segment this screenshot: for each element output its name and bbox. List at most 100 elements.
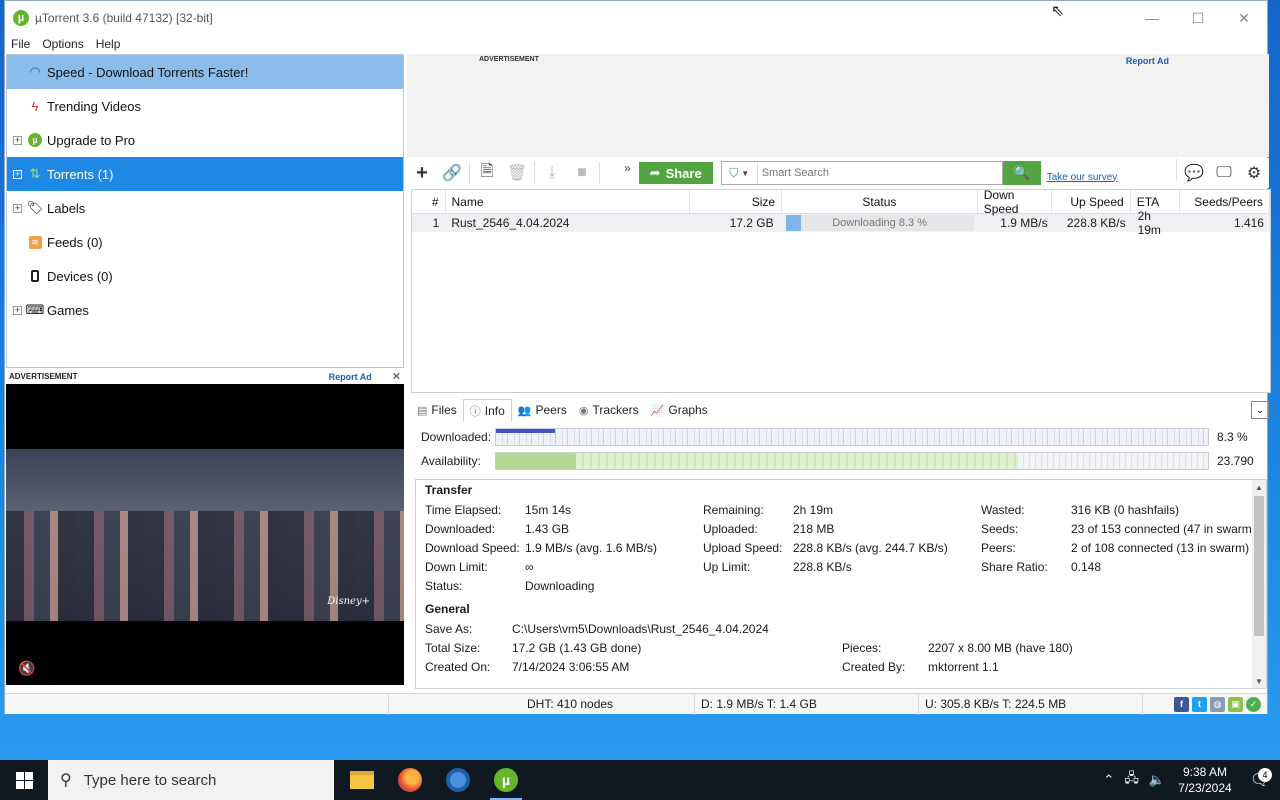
expand-icon[interactable]: +: [13, 203, 22, 213]
speed-icon: ◠: [29, 64, 41, 79]
sidebar-item-games[interactable]: + ⌨ Games: [7, 293, 403, 327]
firefox-icon: [398, 768, 422, 792]
facebook-icon[interactable]: f: [1174, 696, 1189, 712]
search-button[interactable]: 🔍: [1002, 161, 1041, 185]
menu-file[interactable]: File: [11, 37, 30, 51]
scroll-thumb[interactable]: [1254, 496, 1264, 636]
column-header-seeds-peers[interactable]: Seeds/Peers: [1180, 190, 1270, 213]
tab-files[interactable]: ▤ Files: [411, 399, 463, 421]
status-ok-icon[interactable]: ✓: [1246, 696, 1261, 712]
share-button[interactable]: ➦ Share: [638, 162, 713, 184]
create-torrent-button[interactable]: 🗎: [472, 159, 502, 187]
ad-video[interactable]: Disney+: [6, 449, 404, 621]
chromium-button[interactable]: [434, 760, 482, 800]
download-icon: ⤓: [548, 164, 556, 181]
volume-icon[interactable]: 🔈: [1149, 772, 1165, 788]
remove-button[interactable]: 🗑: [502, 159, 532, 187]
sidebar-item-upgrade-pro[interactable]: + µ Upgrade to Pro: [7, 123, 403, 157]
settings-button[interactable]: ⚙: [1239, 159, 1269, 187]
utorrent-icon: µ: [494, 768, 518, 792]
column-header-up-speed[interactable]: Up Speed: [1052, 190, 1131, 213]
remote-button[interactable]: 🖵: [1209, 159, 1239, 187]
minimize-button[interactable]: —: [1129, 1, 1175, 35]
firefox-button[interactable]: [386, 760, 434, 800]
survey-link[interactable]: Take our survey: [1047, 172, 1118, 183]
torrent-seeds-peers: 1.416: [1233, 216, 1264, 230]
column-header-name[interactable]: Name: [446, 190, 690, 213]
tab-peers[interactable]: 👥 Peers: [512, 399, 573, 421]
downloaded-row: Downloaded: 8.3 %: [411, 425, 1271, 449]
info-scrollbar[interactable]: ▲ ▼: [1252, 480, 1266, 688]
search-input[interactable]: [757, 162, 1002, 184]
menu-help[interactable]: Help: [96, 37, 121, 51]
column-header-down-speed[interactable]: Down Speed: [978, 188, 1053, 216]
sidebar-item-feeds[interactable]: ≋ Feeds (0): [7, 225, 403, 259]
report-ad-link[interactable]: Report Ad: [1126, 56, 1169, 66]
mute-icon[interactable]: 🔇: [18, 660, 35, 677]
clock[interactable]: 9:38 AM 7/23/2024: [1170, 764, 1240, 796]
sidebar-item-speed[interactable]: ◠ Speed - Download Torrents Faster!: [7, 55, 403, 89]
transfer-field-label: Remaining:: [703, 502, 764, 517]
banner-advertisement[interactable]: ADVERTISEMENT Report Ad: [407, 54, 1269, 157]
column-header-number[interactable]: #: [412, 190, 446, 213]
android-icon[interactable]: ▣: [1228, 696, 1243, 712]
bolt-icon: ϟ: [31, 98, 39, 114]
sidebar-item-trending-videos[interactable]: ϟ Trending Videos: [7, 89, 403, 123]
stop-button[interactable]: ■: [567, 159, 597, 187]
sidebar-item-label: Feeds (0): [47, 234, 103, 250]
status-download[interactable]: D: 1.9 MB/s T: 1.4 GB: [695, 693, 919, 715]
transfer-field-label: [981, 576, 1071, 595]
general-field-value: [928, 619, 1188, 638]
twitter-icon[interactable]: t: [1192, 696, 1207, 712]
scroll-up-icon[interactable]: ▲: [1252, 480, 1266, 494]
tab-trackers[interactable]: ◉ Trackers: [573, 399, 645, 421]
file-explorer-button[interactable]: [338, 760, 386, 800]
notifications-button[interactable]: 🗨 4: [1240, 768, 1280, 790]
column-header-status[interactable]: Status: [782, 190, 978, 213]
network-icon[interactable]: 🖧: [1124, 769, 1139, 791]
utorrent-taskbar-button[interactable]: µ: [482, 760, 530, 800]
shield-icon: ⛉: [729, 165, 739, 180]
tab-label: Info: [484, 403, 505, 418]
sidebar-item-labels[interactable]: + 🏷 Labels: [7, 191, 403, 225]
globe-icon[interactable]: ◍: [1210, 696, 1225, 712]
expand-icon[interactable]: +: [13, 135, 22, 145]
sidebar-item-torrents[interactable]: + ⇅ Torrents (1): [7, 157, 403, 191]
new-file-icon: 🗎: [480, 162, 494, 180]
video-advertisement[interactable]: ADVERTISEMENT Report Ad ✕ Disney+ 🔇: [6, 369, 404, 685]
maximize-button[interactable]: ☐: [1175, 1, 1221, 35]
collapse-panel-button[interactable]: ⌄: [1251, 401, 1269, 419]
close-button[interactable]: ✕: [1221, 1, 1267, 35]
sidebar-item-devices[interactable]: Devices (0): [7, 259, 403, 293]
add-url-button[interactable]: 🔗: [437, 159, 467, 187]
share-icon: ➦: [649, 165, 661, 180]
add-torrent-button[interactable]: +: [407, 159, 437, 187]
close-icon[interactable]: ✕: [392, 370, 401, 383]
title-bar[interactable]: µ µTorrent 3.6 (build 47132) [32-bit] — …: [5, 1, 1267, 35]
status-bar: DHT: 410 nodes D: 1.9 MB/s T: 1.4 GB U: …: [5, 693, 1267, 715]
sidebar-item-label: Devices (0): [47, 268, 113, 284]
transfer-field-value: [1071, 576, 1261, 595]
status-upload[interactable]: U: 305.8 KB/s T: 224.5 MB: [919, 693, 1143, 715]
chat-button[interactable]: 💬: [1179, 159, 1209, 187]
general-field-value: mktorrent 1.1: [928, 659, 999, 674]
toolbar-overflow-icon[interactable]: »: [624, 161, 631, 175]
tab-info[interactable]: ⓘ Info: [462, 399, 512, 421]
info-icon: ⓘ: [469, 405, 481, 418]
search-provider-dropdown[interactable]: ⛉ ▼: [722, 162, 758, 184]
transfer-field-value: 2 of 108 connected (13 in swarm): [1071, 540, 1250, 555]
torrent-eta: 2h 19m: [1137, 209, 1161, 237]
report-ad-link[interactable]: Report Ad: [329, 372, 372, 382]
column-header-size[interactable]: Size: [690, 190, 783, 213]
expand-icon[interactable]: +: [13, 169, 22, 179]
status-dht[interactable]: DHT: 410 nodes: [389, 693, 695, 715]
menu-options[interactable]: Options: [42, 37, 83, 51]
start-button[interactable]: [0, 760, 48, 800]
expand-icon[interactable]: +: [13, 305, 22, 315]
table-row[interactable]: 1 Rust_2546_4.04.2024 17.2 GB Downloadin…: [412, 209, 1270, 237]
scroll-down-icon[interactable]: ▼: [1252, 674, 1266, 688]
taskbar-search[interactable]: ⚲ Type here to search: [48, 760, 334, 800]
start-button[interactable]: ⤓: [537, 159, 567, 187]
tab-graphs[interactable]: 📈 Graphs: [645, 399, 714, 421]
chevron-up-icon[interactable]: ⌃: [1103, 772, 1114, 788]
